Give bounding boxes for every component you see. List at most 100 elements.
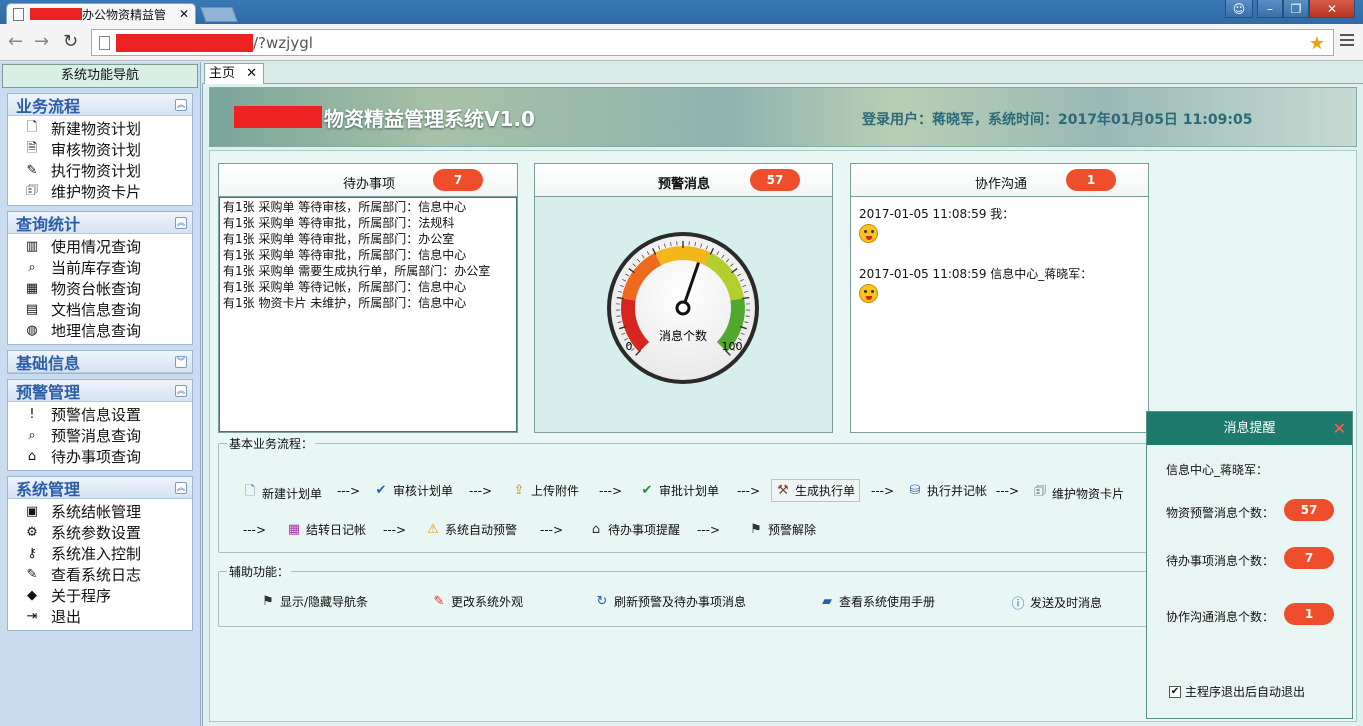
- aux-function[interactable]: ✎ 更改系统外观: [432, 593, 523, 610]
- maximize-button[interactable]: ❐: [1283, 0, 1309, 18]
- flow-step[interactable]: ⚠ 系统自动预警: [426, 521, 517, 538]
- sidebar-item[interactable]: ⚷ 系统准入控制: [8, 543, 192, 564]
- back-icon[interactable]: ←: [8, 31, 23, 52]
- sidebar-item-icon: 🗎: [26, 140, 38, 156]
- aux-function-icon: ✎: [433, 594, 445, 609]
- todo-item[interactable]: 有1张 采购单 需要生成执行单，所属部门：办公室: [223, 263, 513, 279]
- flow-step[interactable]: 🗋 新建计划单: [243, 482, 322, 504]
- aux-function[interactable]: ⚑ 显示/隐藏导航条: [261, 593, 368, 610]
- flow-step[interactable]: ✔ 审核计划单: [374, 482, 453, 499]
- sidebar-section-header[interactable]: 查询统计 ︽: [8, 212, 192, 234]
- todo-item[interactable]: 有1张 采购单 等待审批，所属部门：办公室: [223, 231, 513, 247]
- flow-step[interactable]: ⌂ 待办事项提醒: [589, 521, 680, 538]
- sidebar-item[interactable]: 🗋 新建物资计划: [8, 118, 192, 139]
- todo-item[interactable]: 有1张 物资卡片 未维护，所属部门：信息中心: [223, 295, 513, 311]
- system-title: 物资精益管理系统V1.0: [324, 107, 535, 131]
- sidebar-item[interactable]: 🗎 审核物资计划: [8, 139, 192, 160]
- flow-step[interactable]: ⚑ 预警解除: [749, 521, 816, 538]
- sidebar-item[interactable]: ◍ 地理信息查询: [8, 320, 192, 341]
- todo-title: 待办事项: [343, 177, 396, 192]
- flow-step[interactable]: ✔ 审批计划单: [640, 482, 719, 499]
- flow-step[interactable]: ▦ 结转日记帐: [287, 521, 366, 538]
- sidebar-section-header[interactable]: 预警管理 ︽: [8, 380, 192, 402]
- bookmark-star-icon[interactable]: ★: [1309, 33, 1325, 54]
- sidebar-section-title: 预警管理: [16, 382, 81, 402]
- flow-arrow: --->: [540, 523, 564, 537]
- forward-icon[interactable]: →: [34, 31, 49, 52]
- sidebar-item[interactable]: ✎ 查看系统日志: [8, 564, 192, 585]
- sidebar-item-label: 审核物资计划: [51, 141, 142, 159]
- tab-close-icon[interactable]: ✕: [179, 7, 189, 21]
- close-window-button[interactable]: ✕: [1309, 0, 1355, 18]
- aux-function[interactable]: ↻ 刷新预警及待办事项消息: [595, 593, 746, 610]
- expand-icon[interactable]: ︾: [175, 355, 187, 368]
- sidebar-section-header[interactable]: 基础信息 ︾: [8, 351, 192, 373]
- todo-item[interactable]: 有1张 采购单 等待审核，所属部门：信息中心: [223, 199, 513, 215]
- gauge-max-label: 100: [722, 340, 743, 353]
- sidebar-section-header[interactable]: 业务流程 ︽: [8, 94, 192, 116]
- chat-panel-header: 协作沟通 1: [851, 164, 1148, 197]
- flow-step-icon: ⌂: [591, 522, 601, 537]
- sidebar-item-icon: ⌕: [28, 428, 36, 443]
- login-user-info: 登录用户：蒋晓军，系统时间：2017年01月05日 11:09:05: [862, 112, 1253, 128]
- todo-item[interactable]: 有1张 采购单 等待审批，所属部门：法规科: [223, 215, 513, 231]
- sidebar-item[interactable]: ▥ 使用情况查询: [8, 236, 192, 257]
- address-toolbar: ← → ↻ /?wzjygl ★: [0, 24, 1363, 61]
- chat-message: 2017-01-05 11:08:59 我：: [851, 205, 1148, 243]
- message-gauge: 消息个数 0 100: [607, 232, 759, 384]
- new-tab-button[interactable]: [200, 7, 238, 22]
- sidebar-item[interactable]: ⌂ 待办事项查询: [8, 446, 192, 467]
- sidebar-item[interactable]: ⌕ 当前库存查询: [8, 257, 192, 278]
- sidebar-item[interactable]: ! 预警信息设置: [8, 404, 192, 425]
- browser-tab[interactable]: 办公物资精益管 ✕: [6, 3, 196, 24]
- reload-icon[interactable]: ↻: [63, 31, 78, 52]
- sidebar-item[interactable]: ⇥ 退出: [8, 606, 192, 627]
- auto-exit-checkbox[interactable]: ✔ 主程序退出后自动退出: [1169, 683, 1305, 700]
- flow-step[interactable]: 🗊 维护物资卡片: [1033, 482, 1124, 504]
- sidebar-item[interactable]: ▤ 文档信息查询: [8, 299, 192, 320]
- checkbox-icon[interactable]: ✔: [1169, 685, 1181, 698]
- auto-exit-label: 主程序退出后自动退出: [1185, 685, 1306, 699]
- aux-function[interactable]: ⓘ 发送及时消息: [1011, 593, 1102, 612]
- flow-step[interactable]: ⇪ 上传附件: [512, 482, 579, 499]
- popup-close-icon[interactable]: ✕: [1333, 412, 1346, 445]
- sidebar-item[interactable]: ⚙ 系统参数设置: [8, 522, 192, 543]
- sidebar-section-title: 业务流程: [16, 96, 81, 116]
- popup-body: 信息中心_蒋晓军： 物资预警消息个数： 57 待办事项消息个数： 7 协作沟通消…: [1147, 445, 1352, 718]
- sidebar-item-label: 系统结帐管理: [51, 503, 142, 521]
- sidebar-item[interactable]: ◆ 关于程序: [8, 585, 192, 606]
- sidebar-section-header[interactable]: 系统管理 ︽: [8, 477, 192, 499]
- user-icon[interactable]: ☺: [1225, 0, 1253, 18]
- flow-step-icon: 🗊: [1033, 484, 1047, 499]
- banner: 物资精益管理系统V1.0 登录用户：蒋晓军，系统时间：2017年01月05日 1…: [209, 87, 1357, 147]
- collapse-icon[interactable]: ︽: [175, 98, 187, 111]
- aux-function-icon: ↻: [596, 594, 608, 609]
- sidebar-item-icon: ⇥: [26, 609, 38, 624]
- sidebar-item-icon: 🗊: [25, 182, 39, 198]
- url-bar[interactable]: /?wzjygl ★: [91, 29, 1334, 56]
- flow-step-icon: ▦: [287, 522, 301, 537]
- sidebar-item[interactable]: 🗊 维护物资卡片: [8, 181, 192, 202]
- todo-item[interactable]: 有1张 采购单 等待审批，所属部门：信息中心: [223, 247, 513, 263]
- sidebar-item[interactable]: ▣ 系统结帐管理: [8, 501, 192, 522]
- todo-item[interactable]: 有1张 采购单 等待记帐，所属部门：信息中心: [223, 279, 513, 295]
- browser-tab-title: 办公物资精益管: [82, 7, 167, 22]
- flow-step[interactable]: ⛁ 执行并记帐: [908, 482, 987, 499]
- collapse-icon[interactable]: ︽: [175, 384, 187, 397]
- browser-menu-icon[interactable]: [1340, 34, 1354, 49]
- aux-function[interactable]: ▰ 查看系统使用手册: [820, 593, 935, 610]
- popup-alert-label: 物资预警消息个数：: [1166, 506, 1275, 520]
- sidebar-item[interactable]: ▦ 物资台帐查询: [8, 278, 192, 299]
- collapse-icon[interactable]: ︽: [175, 481, 187, 494]
- sidebar-item[interactable]: ✎ 执行物资计划: [8, 160, 192, 181]
- tab-home[interactable]: 主页 ✕: [204, 63, 264, 84]
- minimize-button[interactable]: –: [1257, 0, 1283, 18]
- emoji-icon: [859, 224, 878, 243]
- flow-step[interactable]: ⚒ 生成执行单: [771, 479, 861, 502]
- gauge-tick: [745, 315, 750, 317]
- sidebar-section-items: 🗋 新建物资计划 🗎 审核物资计划 ✎ 执行物资计划 🗊 维护物资卡片: [8, 116, 192, 205]
- collapse-icon[interactable]: ︽: [175, 216, 187, 229]
- flow-arrow: --->: [383, 523, 407, 537]
- sidebar-item[interactable]: ⌕ 预警消息查询: [8, 425, 192, 446]
- tab-close-icon[interactable]: ✕: [246, 64, 257, 84]
